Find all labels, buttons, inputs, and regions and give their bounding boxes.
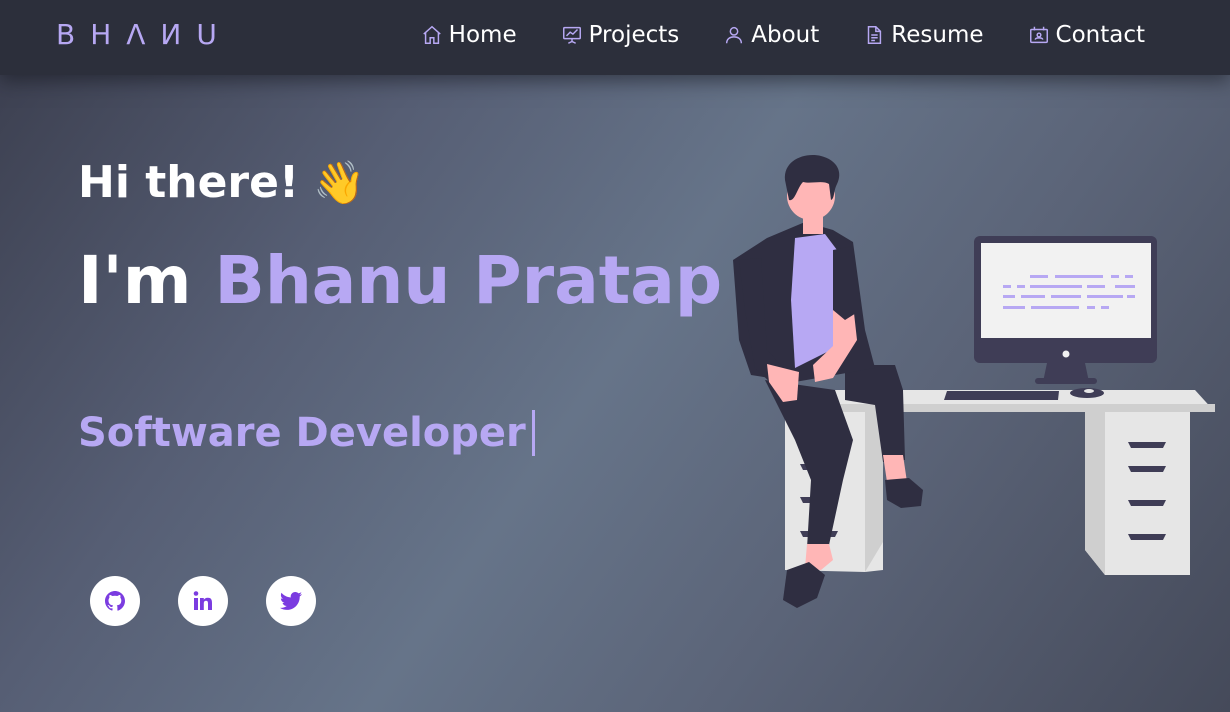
user-icon [726, 26, 743, 44]
nav-projects-link[interactable]: Projects [561, 22, 680, 48]
typewriter-role: Software Developer [78, 410, 535, 456]
home-icon [422, 25, 441, 44]
linkedin-icon [193, 591, 212, 610]
intro-prefix: I'm [78, 242, 215, 319]
nav-links: Home Projects About Resume Contact [421, 0, 1145, 70]
nav-home-link[interactable]: Home [421, 22, 517, 48]
nav-resume-link[interactable]: Resume [863, 22, 984, 48]
linkedin-button[interactable] [178, 576, 228, 626]
hero-heading: I'm Bhanu Pratap [78, 242, 722, 319]
twitter-button[interactable] [266, 576, 316, 626]
contact-card-icon [1029, 26, 1048, 44]
person [733, 155, 923, 608]
nav-about-link[interactable]: About [723, 22, 819, 48]
social-links [90, 576, 316, 626]
role-text: Software Developer [78, 410, 526, 456]
monitor [974, 236, 1157, 384]
nav-home-label: Home [448, 22, 517, 48]
github-icon [105, 591, 125, 611]
hero-greeting: Hi there! 👋 [78, 157, 365, 208]
nav-projects-label: Projects [588, 22, 680, 48]
hero-name: Bhanu Pratap [214, 242, 723, 319]
developer-desk-illustration [733, 155, 1215, 608]
nav-contact-link[interactable]: Contact [1028, 22, 1145, 48]
typing-cursor [531, 410, 535, 456]
nav-resume-label: Resume [891, 22, 984, 48]
brand-logo[interactable]: BHΛИU [56, 18, 232, 51]
greeting-text: Hi there! [78, 157, 300, 208]
nav-contact-label: Contact [1055, 22, 1145, 48]
keyboard [944, 391, 1059, 400]
twitter-icon [280, 592, 302, 610]
nav-about-label: About [751, 22, 820, 48]
document-icon [868, 26, 882, 44]
waving-hand-icon: 👋 [313, 157, 366, 207]
github-button[interactable] [90, 576, 140, 626]
navbar: BHΛИU Home Projects About Resume Contact [0, 0, 1230, 75]
desk [785, 390, 1215, 575]
presentation-chart-icon [562, 26, 581, 44]
